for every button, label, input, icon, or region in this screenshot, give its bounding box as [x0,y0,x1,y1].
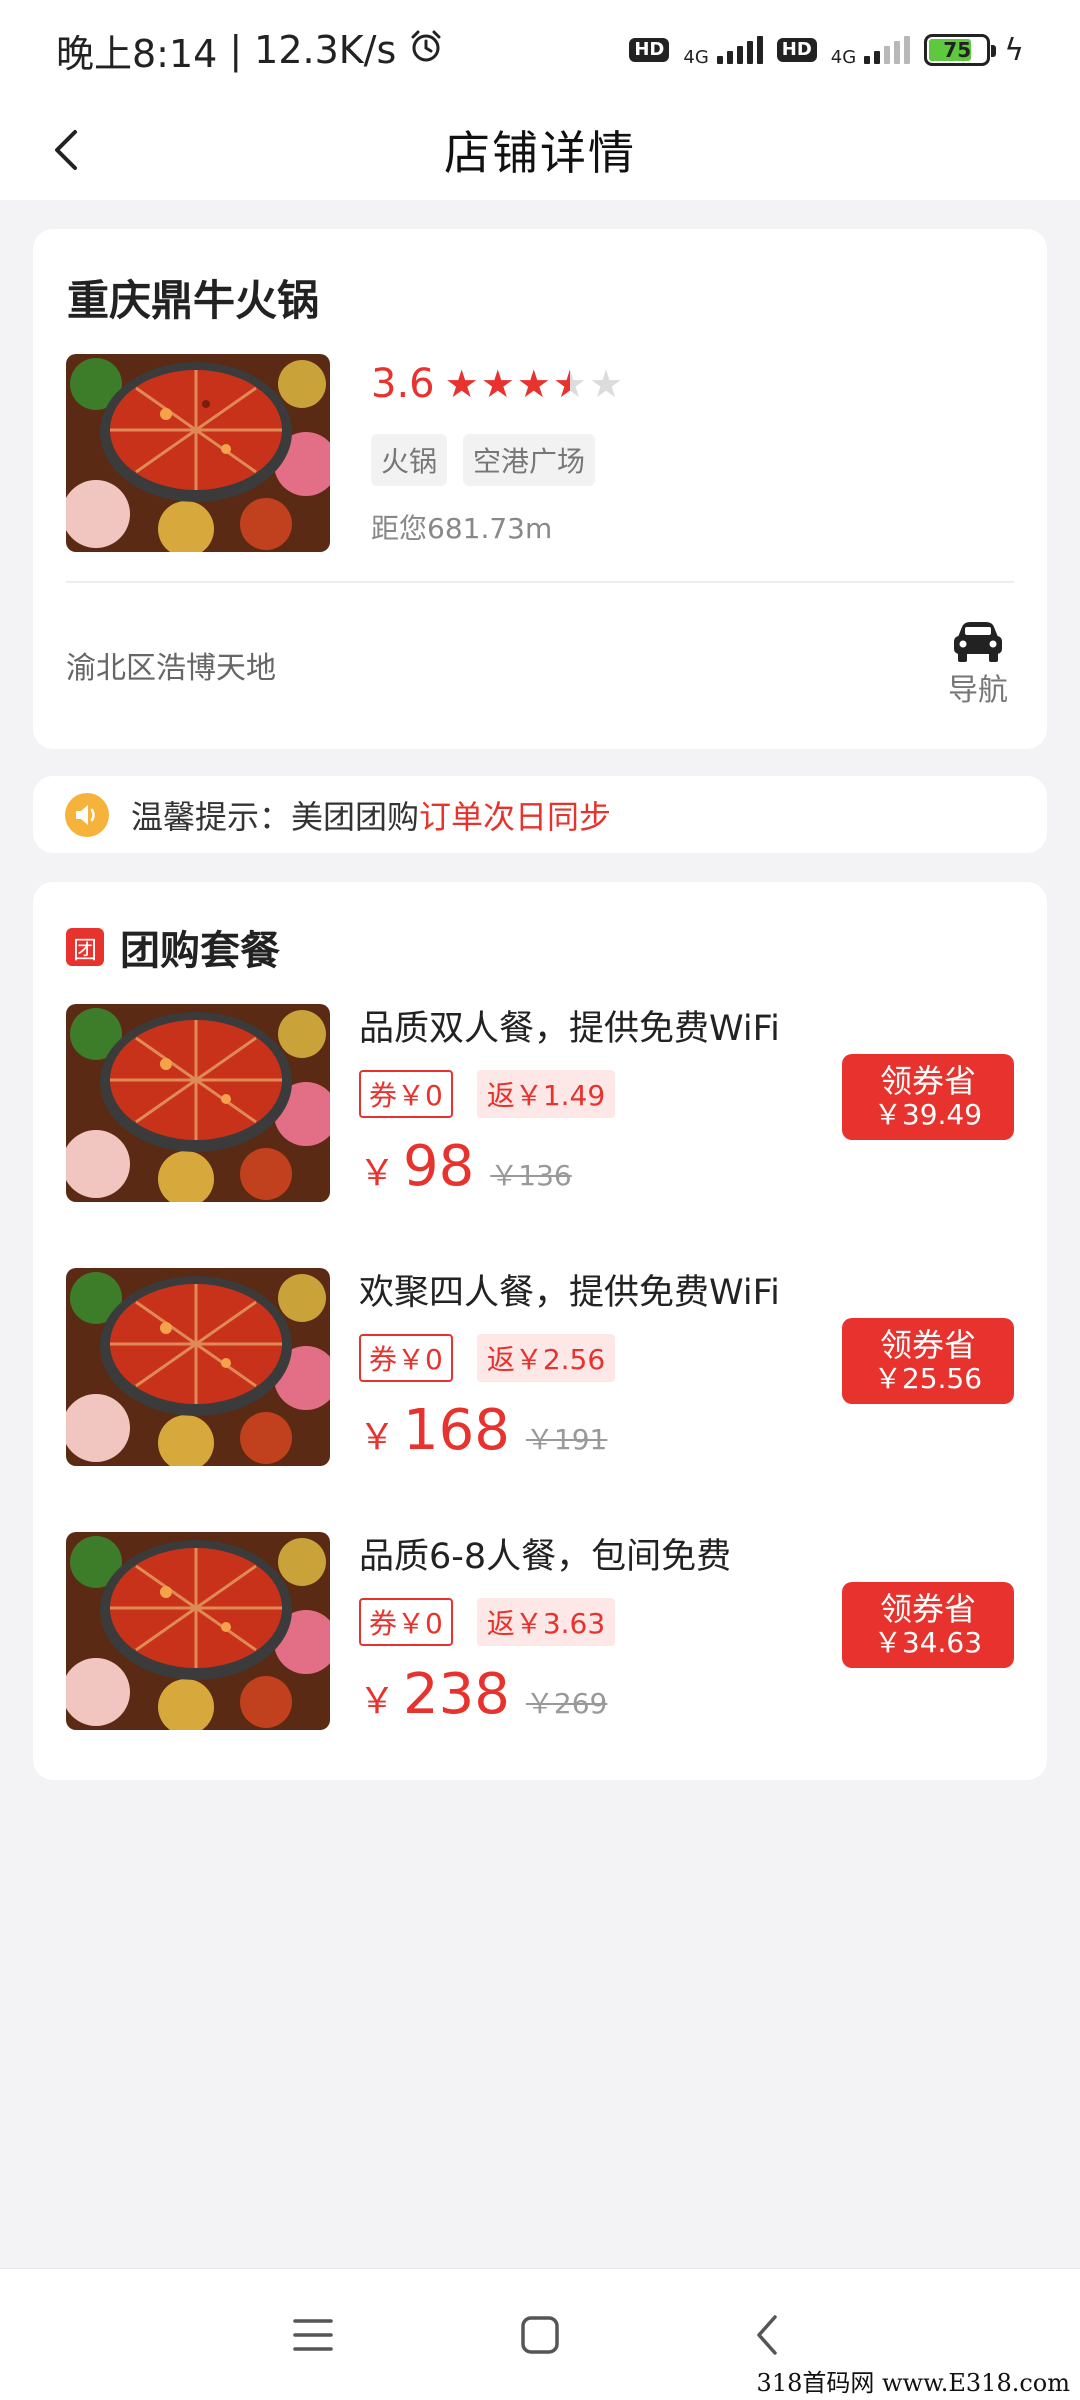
get-coupon-label: 领券省 [879,1589,976,1628]
deal-image [66,1004,330,1202]
back-button[interactable] [36,120,96,180]
signal-icon [716,36,763,64]
system-navigation-bar: 318首码网 www.E318.com [0,2268,1080,2400]
coupon-badge: 券￥0 [359,1070,453,1118]
store-tags: 火锅 空港广场 [371,434,596,486]
deal-price: 98 [403,1134,475,1199]
deal-item[interactable]: 品质6-8人餐，包间免费 券￥0 返￥3.63 ￥ 238 ￥269 领券省 ￥… [33,1532,1047,1732]
status-right: HD 4G HD 4G 75 ϟ [629,33,1024,68]
store-info-card: 重庆鼎牛火锅 3.6 ★ ★ ★ ★ ★ 火锅 空港广场 距您681.73m 渝… [33,229,1047,749]
notice-highlight: 订单次日同步 [419,797,612,836]
deal-price-row: ￥ 168 ￥191 [359,1398,607,1463]
original-price: ￥191 [525,1423,608,1456]
star-icon: ★ [444,362,479,406]
deal-image [66,1268,330,1466]
price-symbol: ￥ [359,1681,396,1722]
speaker-icon [65,792,109,837]
status-separator: | [229,28,243,72]
battery-icon: 75 [924,34,997,66]
home-button[interactable] [500,2295,580,2375]
car-icon [954,622,1002,662]
group-buy-badge: 团 [66,928,104,966]
get-coupon-button[interactable]: 领券省 ￥34.63 [842,1582,1014,1668]
group-buy-header: 团 团购套餐 [66,918,280,976]
charging-icon: ϟ [1004,32,1024,68]
deal-badges: 券￥0 返￥2.56 [359,1334,616,1382]
status-time: 晚上8:14 [56,31,218,76]
deal-price: 168 [403,1398,510,1463]
store-tag: 空港广场 [463,434,596,486]
back-triangle-icon [756,2314,777,2355]
navigation-button[interactable]: 导航 [943,621,1013,709]
battery-percent: 75 [943,38,972,62]
network-type-label: 4G [683,46,709,68]
notice-banner: 温馨提示：美团团购 订单次日同步 [33,776,1047,853]
coupon-badge: 券￥0 [359,1334,453,1382]
navigation-label: 导航 [948,673,1008,708]
get-coupon-button[interactable]: 领券省 ￥39.49 [842,1054,1014,1140]
get-coupon-amount: ￥25.56 [873,1362,983,1396]
hd-badge: HD [629,38,670,62]
rating-stars: ★ ★ ★ ★ ★ [445,365,623,403]
network-speed: 12.3K/s [254,28,397,72]
star-empty-icon: ★ [588,362,624,406]
get-coupon-amount: ￥34.63 [873,1626,983,1660]
deal-badges: 券￥0 返￥3.63 [359,1598,616,1646]
page-header: 店铺详情 [0,100,1080,200]
menu-button[interactable] [273,2295,353,2375]
deal-item[interactable]: 品质双人餐，提供免费WiFi 券￥0 返￥1.49 ￥ 98 ￥136 领券省 … [33,1004,1047,1204]
store-tag: 火锅 [371,434,448,486]
deal-name: 品质双人餐，提供免费WiFi [359,1009,780,1049]
price-symbol: ￥ [359,1417,396,1458]
deal-name: 欢聚四人餐，提供免费WiFi [359,1273,780,1313]
status-left: 晚上8:14 | 12.3K/s [56,23,444,78]
deal-price-row: ￥ 98 ￥136 [359,1134,572,1199]
signal-icon [864,36,911,64]
star-icon: ★ [480,362,515,406]
rebate-badge: 返￥3.63 [476,1598,616,1646]
watermark: 318首码网 www.E318.com [756,2369,1070,2397]
deal-badges: 券￥0 返￥1.49 [359,1070,616,1118]
rating-score: 3.6 [371,361,435,407]
original-price: ￥269 [525,1687,608,1720]
divider [66,581,1014,583]
back-arrow-icon [55,130,77,170]
deal-image [66,1532,330,1730]
store-distance: 距您681.73m [371,512,553,545]
status-bar: 晚上8:14 | 12.3K/s HD 4G HD 4G 75 ϟ [0,0,1080,100]
store-name: 重庆鼎牛火锅 [67,276,320,325]
deal-item[interactable]: 欢聚四人餐，提供免费WiFi 券￥0 返￥2.56 ￥ 168 ￥191 领券省… [33,1268,1047,1468]
get-coupon-amount: ￥39.49 [873,1098,983,1132]
get-coupon-label: 领券省 [879,1325,976,1364]
rebate-badge: 返￥1.49 [476,1070,616,1118]
deal-name: 品质6-8人餐，包间免费 [359,1537,732,1577]
coupon-badge: 券￥0 [359,1598,453,1646]
deal-price: 238 [403,1662,510,1727]
price-symbol: ￥ [359,1153,396,1194]
original-price: ￥136 [490,1159,572,1192]
get-coupon-label: 领券省 [879,1061,976,1100]
menu-icon [293,2318,334,2351]
home-square-icon [521,2315,559,2354]
get-coupon-button[interactable]: 领券省 ￥25.56 [842,1318,1014,1404]
store-address[interactable]: 渝北区浩博天地 [66,643,276,687]
star-half-icon: ★ [552,362,587,406]
group-buy-title: 团购套餐 [120,928,280,974]
group-buy-card: 团 团购套餐 品质双人餐，提供免费WiFi 券￥0 返￥1.49 ￥ 98 ￥1… [33,882,1047,1780]
store-image [66,354,330,552]
store-rating: 3.6 ★ ★ ★ ★ ★ [371,361,623,407]
notice-text: 温馨提示：美团团购 [131,797,420,836]
alarm-icon [408,28,444,73]
deal-price-row: ￥ 238 ￥269 [359,1662,607,1727]
page-title: 店铺详情 [444,126,636,180]
network-type-label: 4G [830,46,857,68]
hd-badge: HD [776,38,817,62]
rebate-badge: 返￥2.56 [476,1334,616,1382]
star-icon: ★ [516,362,551,406]
